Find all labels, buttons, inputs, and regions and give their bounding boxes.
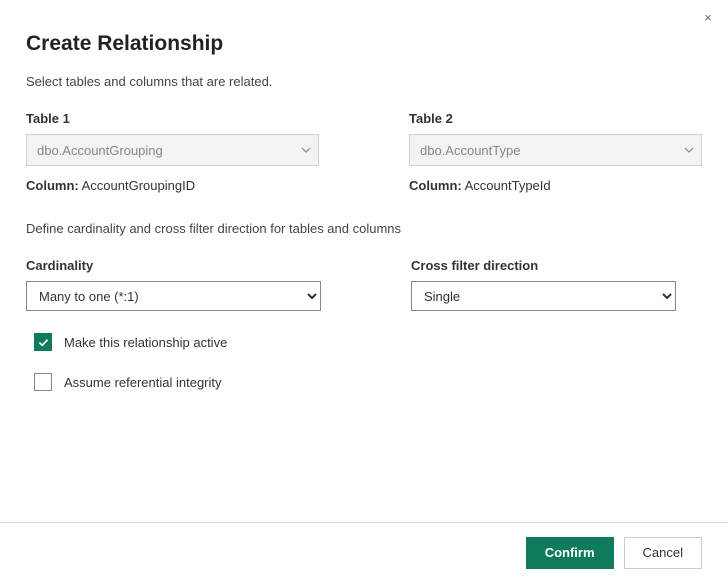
close-button[interactable]: ×	[698, 8, 718, 28]
cancel-button[interactable]: Cancel	[624, 537, 702, 569]
table2-select[interactable]	[409, 134, 702, 166]
cardinality-row: Cardinality Many to one (*:1) Cross filt…	[26, 258, 702, 311]
table1-column: Table 1 Column: AccountGroupingID	[26, 111, 319, 193]
table2-column-value: AccountTypeId	[465, 178, 551, 193]
active-checkbox[interactable]	[34, 333, 52, 351]
table1-label: Table 1	[26, 111, 319, 126]
table2-column-line: Column: AccountTypeId	[409, 178, 702, 193]
cardinality-column: Cardinality Many to one (*:1)	[26, 258, 321, 311]
column-label: Column:	[409, 178, 462, 193]
referential-checkbox-row: Assume referential integrity	[26, 373, 702, 391]
table1-column-value: AccountGroupingID	[82, 178, 195, 193]
create-relationship-dialog: × Create Relationship Select tables and …	[0, 0, 728, 582]
dialog-title: Create Relationship	[26, 32, 702, 56]
active-checkbox-label[interactable]: Make this relationship active	[64, 335, 227, 350]
column-label: Column:	[26, 178, 79, 193]
close-icon: ×	[704, 10, 712, 25]
table1-column-line: Column: AccountGroupingID	[26, 178, 319, 193]
cross-filter-column: Cross filter direction Single	[411, 258, 676, 311]
tables-row: Table 1 Column: AccountGroupingID Table …	[26, 111, 702, 193]
cardinality-label: Cardinality	[26, 258, 321, 273]
dialog-footer: Confirm Cancel	[0, 522, 728, 582]
table2-column: Table 2 Column: AccountTypeId	[409, 111, 702, 193]
check-icon	[37, 336, 50, 349]
cross-filter-label: Cross filter direction	[411, 258, 676, 273]
confirm-button[interactable]: Confirm	[526, 537, 614, 569]
table2-label: Table 2	[409, 111, 702, 126]
dialog-subtitle: Select tables and columns that are relat…	[26, 74, 702, 89]
table1-select-wrap	[26, 134, 319, 166]
table1-select[interactable]	[26, 134, 319, 166]
cross-filter-select[interactable]: Single	[411, 281, 676, 311]
cardinality-select[interactable]: Many to one (*:1)	[26, 281, 321, 311]
referential-checkbox[interactable]	[34, 373, 52, 391]
table2-select-wrap	[409, 134, 702, 166]
active-checkbox-row: Make this relationship active	[26, 333, 702, 351]
define-text: Define cardinality and cross filter dire…	[26, 221, 702, 236]
referential-checkbox-label[interactable]: Assume referential integrity	[64, 375, 222, 390]
